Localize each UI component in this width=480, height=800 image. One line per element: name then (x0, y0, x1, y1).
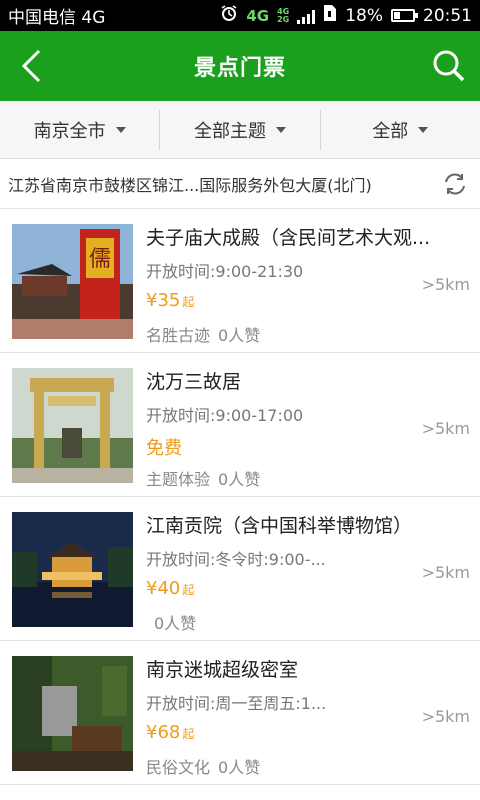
likes-count: 0人赞 (218, 326, 261, 345)
refresh-icon (445, 173, 465, 194)
distance: >5km (421, 707, 470, 726)
distance: >5km (421, 563, 470, 582)
carrier-label: 中国电信 4G (8, 8, 106, 28)
category: 主题体验 (146, 470, 211, 489)
distance: >5km (421, 419, 470, 438)
network-dual-label: 4G 2G (277, 6, 290, 24)
attraction-name: 南京迷城超级密室 (146, 659, 299, 681)
list-item[interactable]: 沈万三故居 开放时间:9:00-17:00 免费 主题体验 0人赞 >5km (0, 353, 480, 497)
clock: 20:51 (423, 5, 472, 26)
filter-city[interactable]: 南京全市 (0, 109, 161, 150)
app-bar: 景点门票 (0, 31, 480, 101)
price: ¥68 起 (146, 722, 195, 743)
likes-count: 0人赞 (218, 758, 261, 777)
filter-theme[interactable]: 全部主题 (160, 109, 321, 150)
page-title: 景点门票 (193, 56, 286, 81)
filter-all-label: 全部 (372, 120, 409, 142)
filter-bar: 南京全市 全部主题 全部 (0, 101, 480, 159)
battery-percent: 18% (345, 5, 383, 26)
price: ¥35 起 (146, 290, 195, 311)
search-icon (433, 50, 465, 82)
likes-count: 0人赞 (154, 614, 197, 633)
attraction-list: 儒 夫子庙大成殿（含民间艺术大观... 开放时间:9:00-21:30 ¥35 起… (0, 209, 480, 785)
filter-theme-label: 全部主题 (193, 120, 266, 142)
price: 免费 (146, 438, 182, 459)
distance: >5km (421, 275, 470, 294)
current-location: 江苏省南京市鼓楼区锦江...国际服务外包大厦(北门) (8, 175, 372, 195)
attraction-photo (12, 656, 133, 771)
attraction-photo (12, 368, 133, 483)
attraction-name: 沈万三故居 (146, 371, 242, 393)
signal-icon (297, 8, 316, 24)
attraction-name: 夫子庙大成殿（含民间艺术大观... (146, 227, 431, 249)
caret-down-icon (418, 126, 429, 133)
search-button[interactable] (424, 41, 474, 91)
sim-icon (323, 4, 337, 27)
list-item[interactable]: 儒 夫子庙大成殿（含民间艺术大观... 开放时间:9:00-21:30 ¥35 起… (0, 209, 480, 353)
attraction-photo (12, 512, 133, 627)
attraction-photo: 儒 (12, 224, 133, 339)
chevron-left-icon (21, 49, 41, 83)
svg-text:儒: 儒 (89, 247, 111, 272)
back-button[interactable] (6, 41, 56, 91)
list-item[interactable]: 南京迷城超级密室 开放时间:周一至周五:1... ¥68 起 民俗文化 0人赞 >5… (0, 641, 480, 785)
caret-down-icon (115, 126, 126, 133)
network-4g-label: 4G (246, 6, 270, 25)
opening-hours: 开放时间:周一至周五:1... (146, 694, 327, 713)
category: 民俗文化 (146, 758, 211, 777)
opening-hours: 开放时间:冬令时:9:00-... (146, 550, 326, 569)
caret-down-icon (275, 126, 286, 133)
filter-city-label: 南京全市 (33, 120, 106, 142)
status-bar: 中国电信 4G 4G 4G 2G 18% 20:51 (0, 0, 480, 31)
category: 名胜古迹 (146, 326, 211, 345)
likes-count: 0人赞 (218, 470, 261, 489)
location-bar: 江苏省南京市鼓楼区锦江...国际服务外包大厦(北门) (0, 159, 480, 209)
refresh-location-button[interactable] (438, 167, 472, 201)
price: ¥40 起 (146, 578, 195, 599)
battery-icon (391, 9, 418, 22)
filter-all[interactable]: 全部 (321, 110, 480, 150)
attraction-name: 江南贡院（含中国科举博物馆） (146, 515, 413, 537)
list-item[interactable]: 江南贡院（含中国科举博物馆） 开放时间:冬令时:9:00-... ¥40 起 0人… (0, 497, 480, 641)
alarm-icon (220, 4, 238, 27)
opening-hours: 开放时间:9:00-21:30 (146, 262, 304, 281)
opening-hours: 开放时间:9:00-17:00 (146, 406, 304, 425)
